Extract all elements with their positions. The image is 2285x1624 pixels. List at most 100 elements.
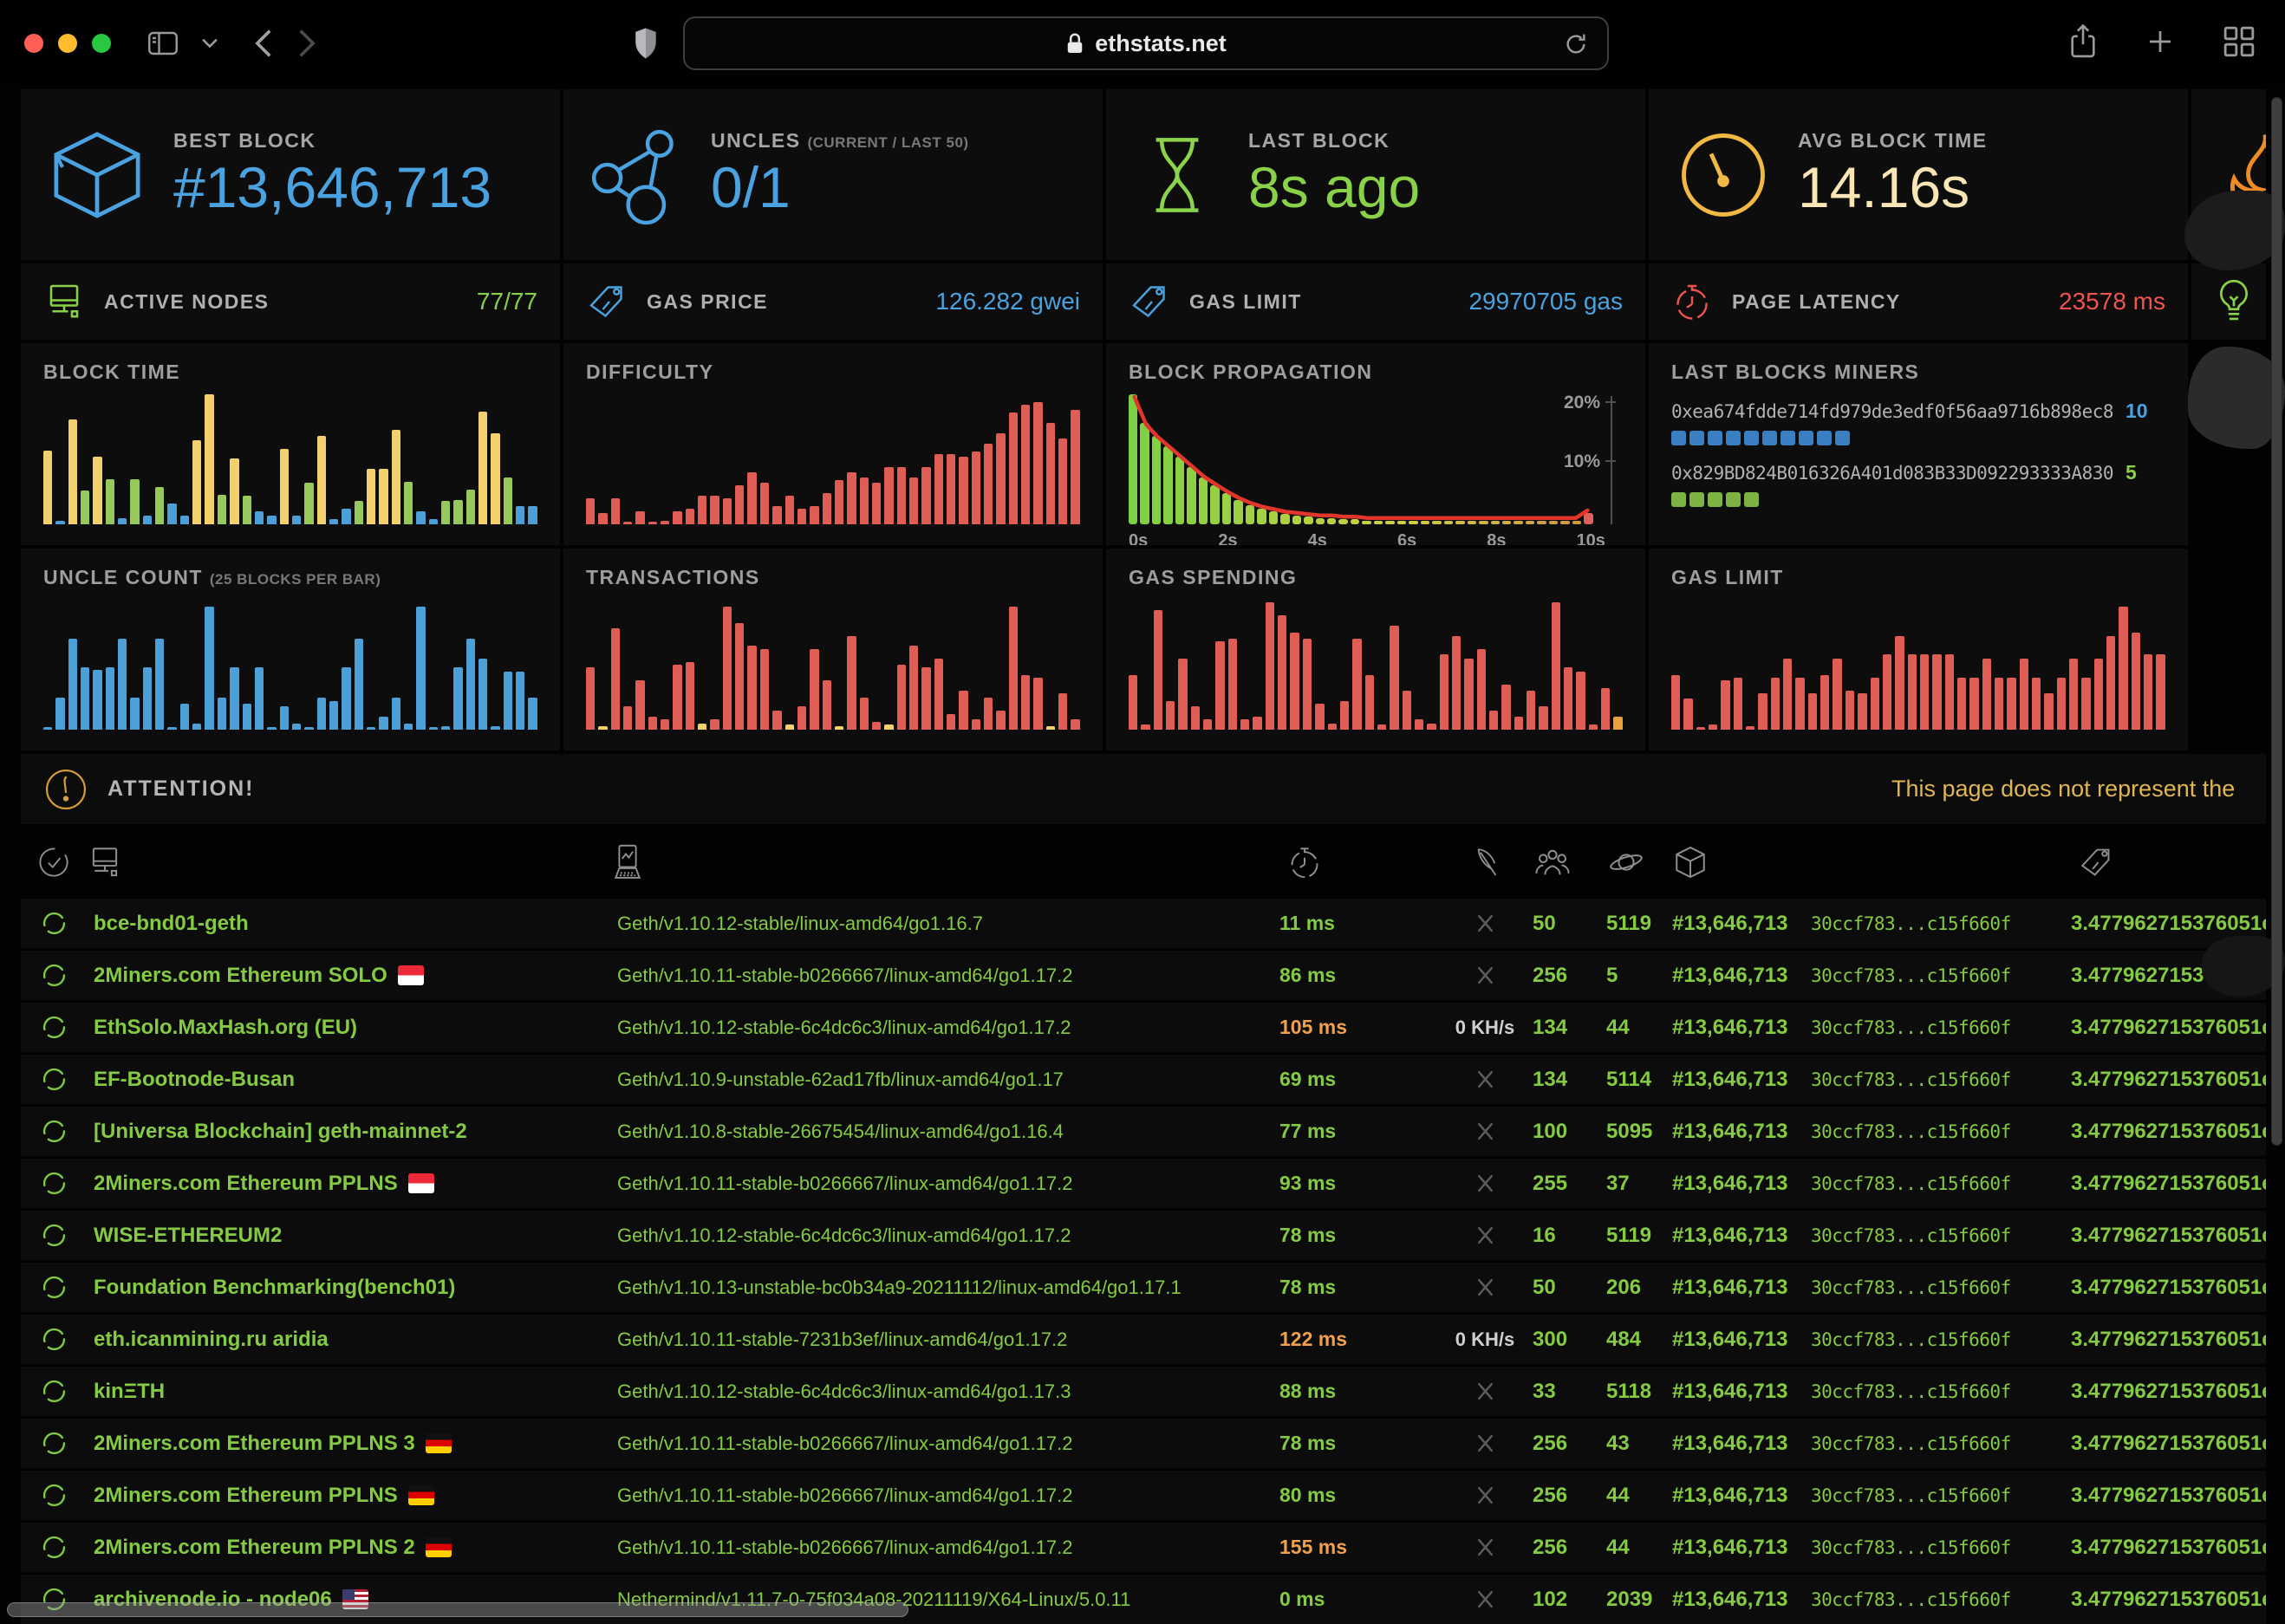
chart-bar xyxy=(1479,521,1488,525)
chevron-down-icon[interactable] xyxy=(201,37,218,49)
chart-bar xyxy=(453,667,462,730)
address-bar[interactable]: ethstats.net xyxy=(683,16,1609,70)
chart-title: TRANSACTIONS xyxy=(586,566,1080,589)
node-name[interactable]: eth.icanmining.ru aridia xyxy=(76,1328,596,1352)
chart-bar xyxy=(1846,691,1854,730)
tab-overview-icon[interactable] xyxy=(2223,25,2256,62)
node-row[interactable]: 2Miners.com Ethereum PPLNS 2 Geth/v1.10.… xyxy=(21,1523,2266,1572)
horizontal-scrollbar[interactable] xyxy=(7,1602,908,1617)
back-button[interactable] xyxy=(253,28,274,59)
chart-bar xyxy=(68,639,77,730)
node-row[interactable]: WISE-ETHEREUM2 Geth/v1.10.12-stable-6c4d… xyxy=(21,1211,2266,1260)
chart-bar xyxy=(2020,659,2028,731)
node-name[interactable]: EthSolo.MaxHash.org (EU) xyxy=(76,1016,596,1040)
node-name[interactable]: [Universa Blockchain] geth-mainnet-2 xyxy=(76,1120,596,1144)
chart-bar xyxy=(772,711,781,731)
check-circle-icon xyxy=(31,845,76,880)
chart-bar xyxy=(2007,678,2015,730)
chart-bar xyxy=(167,503,176,524)
x-tick-label: 2s xyxy=(1218,531,1237,545)
chart-bar xyxy=(1709,724,1717,730)
chart-bar xyxy=(342,509,350,524)
chart-bar xyxy=(1920,654,1929,730)
vertical-scrollbar[interactable] xyxy=(2271,97,2282,1146)
node-row[interactable]: 2Miners.com Ethereum PPLNS Geth/v1.10.11… xyxy=(21,1471,2266,1520)
node-mining: 0 KH/s xyxy=(1437,1017,1533,1039)
chart-bar xyxy=(192,724,201,731)
chart-bar xyxy=(1058,438,1067,524)
node-peers: 256 xyxy=(1533,1484,1606,1508)
chart-bar xyxy=(1403,691,1411,730)
reload-icon[interactable] xyxy=(1562,30,1590,64)
node-latency: 80 ms xyxy=(1273,1484,1437,1507)
node-name[interactable]: 2Miners.com Ethereum PPLNS xyxy=(76,1484,596,1508)
node-mining xyxy=(1437,1120,1533,1143)
chart-bar xyxy=(267,516,276,525)
node-peers: 256 xyxy=(1533,1536,1606,1560)
sidebar-toggle-icon[interactable] xyxy=(147,30,179,56)
stat-title: UNCLES (CURRENT / LAST 50) xyxy=(711,129,969,153)
node-total-difficulty: 3.477962715376051e+22 xyxy=(2071,1276,2266,1300)
chart-bar xyxy=(2094,659,2103,731)
node-name[interactable]: Foundation Benchmarking(bench01) xyxy=(76,1276,596,1300)
lightbulb-icon xyxy=(2214,279,2254,328)
node-name[interactable]: bce-bnd01-geth xyxy=(76,912,596,936)
chart-bar xyxy=(1316,518,1325,525)
chart-bar xyxy=(1021,405,1030,524)
node-mining xyxy=(1437,1068,1533,1091)
chart-bar xyxy=(623,522,632,524)
minimize-window-button[interactable] xyxy=(58,34,77,53)
miner-address[interactable]: 0x829BD824B016326A401d083B33D092293333A8… xyxy=(1671,463,2113,484)
not-mining-icon xyxy=(1474,964,1497,987)
node-name[interactable]: 2Miners.com Ethereum SOLO xyxy=(76,964,596,988)
chart-bar xyxy=(1432,521,1441,525)
forward-button[interactable] xyxy=(296,28,317,59)
privacy-shield-icon[interactable] xyxy=(633,27,659,60)
node-name[interactable]: 2Miners.com Ethereum PPLNS 2 xyxy=(76,1536,596,1560)
node-row[interactable]: [Universa Blockchain] geth-mainnet-2 Get… xyxy=(21,1107,2266,1156)
chart-bar xyxy=(243,496,251,524)
share-icon[interactable] xyxy=(2068,24,2098,63)
node-row[interactable]: 2Miners.com Ethereum PPLNS 3 Geth/v1.10.… xyxy=(21,1419,2266,1468)
new-tab-button[interactable] xyxy=(2145,26,2176,62)
node-row[interactable]: Foundation Benchmarking(bench01) Geth/v1… xyxy=(21,1263,2266,1312)
browser-window: ethstats.net BEST BLOCK #1 xyxy=(0,0,2285,1624)
node-row[interactable]: EF-Bootnode-Busan Geth/v1.10.9-unstable-… xyxy=(21,1055,2266,1104)
chart-bar xyxy=(106,667,114,730)
chart-bar xyxy=(1440,654,1448,730)
chart-bar xyxy=(735,623,744,730)
chart-bar xyxy=(785,724,794,730)
chart-bar xyxy=(218,495,226,525)
close-window-button[interactable] xyxy=(24,34,43,53)
node-row[interactable]: 2Miners.com Ethereum SOLO Geth/v1.10.11-… xyxy=(21,951,2266,1000)
miner-address[interactable]: 0xea674fdde714fd979de3edf0f56aa9716b898e… xyxy=(1671,401,2113,422)
node-peers: 102 xyxy=(1533,1588,1606,1612)
node-mining: 0 KH/s xyxy=(1437,1328,1533,1351)
node-status-icon xyxy=(42,1068,66,1091)
node-row[interactable]: 2Miners.com Ethereum PPLNS Geth/v1.10.11… xyxy=(21,1159,2266,1208)
y-tick-label: 20% xyxy=(1564,393,1600,413)
chart-bar xyxy=(897,665,906,730)
node-name[interactable]: kinΞTH xyxy=(76,1380,596,1404)
node-name[interactable]: 2Miners.com Ethereum PPLNS xyxy=(76,1172,596,1196)
latency-stopwatch-icon xyxy=(1273,844,1437,880)
page-latency-panel: PAGE LATENCY 23578 ms xyxy=(1649,263,2188,340)
chart-bar xyxy=(180,516,189,525)
chart-bar xyxy=(1304,516,1312,524)
node-name[interactable]: WISE-ETHEREUM2 xyxy=(76,1224,596,1248)
node-block: #13,646,713 xyxy=(1672,964,1811,988)
chart-bar xyxy=(1444,521,1453,525)
node-row[interactable]: bce-bnd01-geth Geth/v1.10.12-stable/linu… xyxy=(21,899,2266,948)
chart-bar xyxy=(648,522,657,524)
node-row[interactable]: EthSolo.MaxHash.org (EU) Geth/v1.10.12-s… xyxy=(21,1003,2266,1052)
node-row[interactable]: kinΞTH Geth/v1.10.12-stable-6c4dc6c3/lin… xyxy=(21,1367,2266,1416)
node-row[interactable]: eth.icanmining.ru aridia Geth/v1.10.11-s… xyxy=(21,1315,2266,1364)
node-name[interactable]: 2Miners.com Ethereum PPLNS 3 xyxy=(76,1432,596,1456)
chart-bar xyxy=(1945,654,1954,730)
chart-bar xyxy=(304,727,313,730)
node-name[interactable]: EF-Bootnode-Busan xyxy=(76,1068,596,1092)
chart-bar xyxy=(379,469,387,525)
chart-bar xyxy=(1365,675,1374,730)
zoom-window-button[interactable] xyxy=(92,34,111,53)
stat-title: LAST BLOCK xyxy=(1248,129,1420,153)
